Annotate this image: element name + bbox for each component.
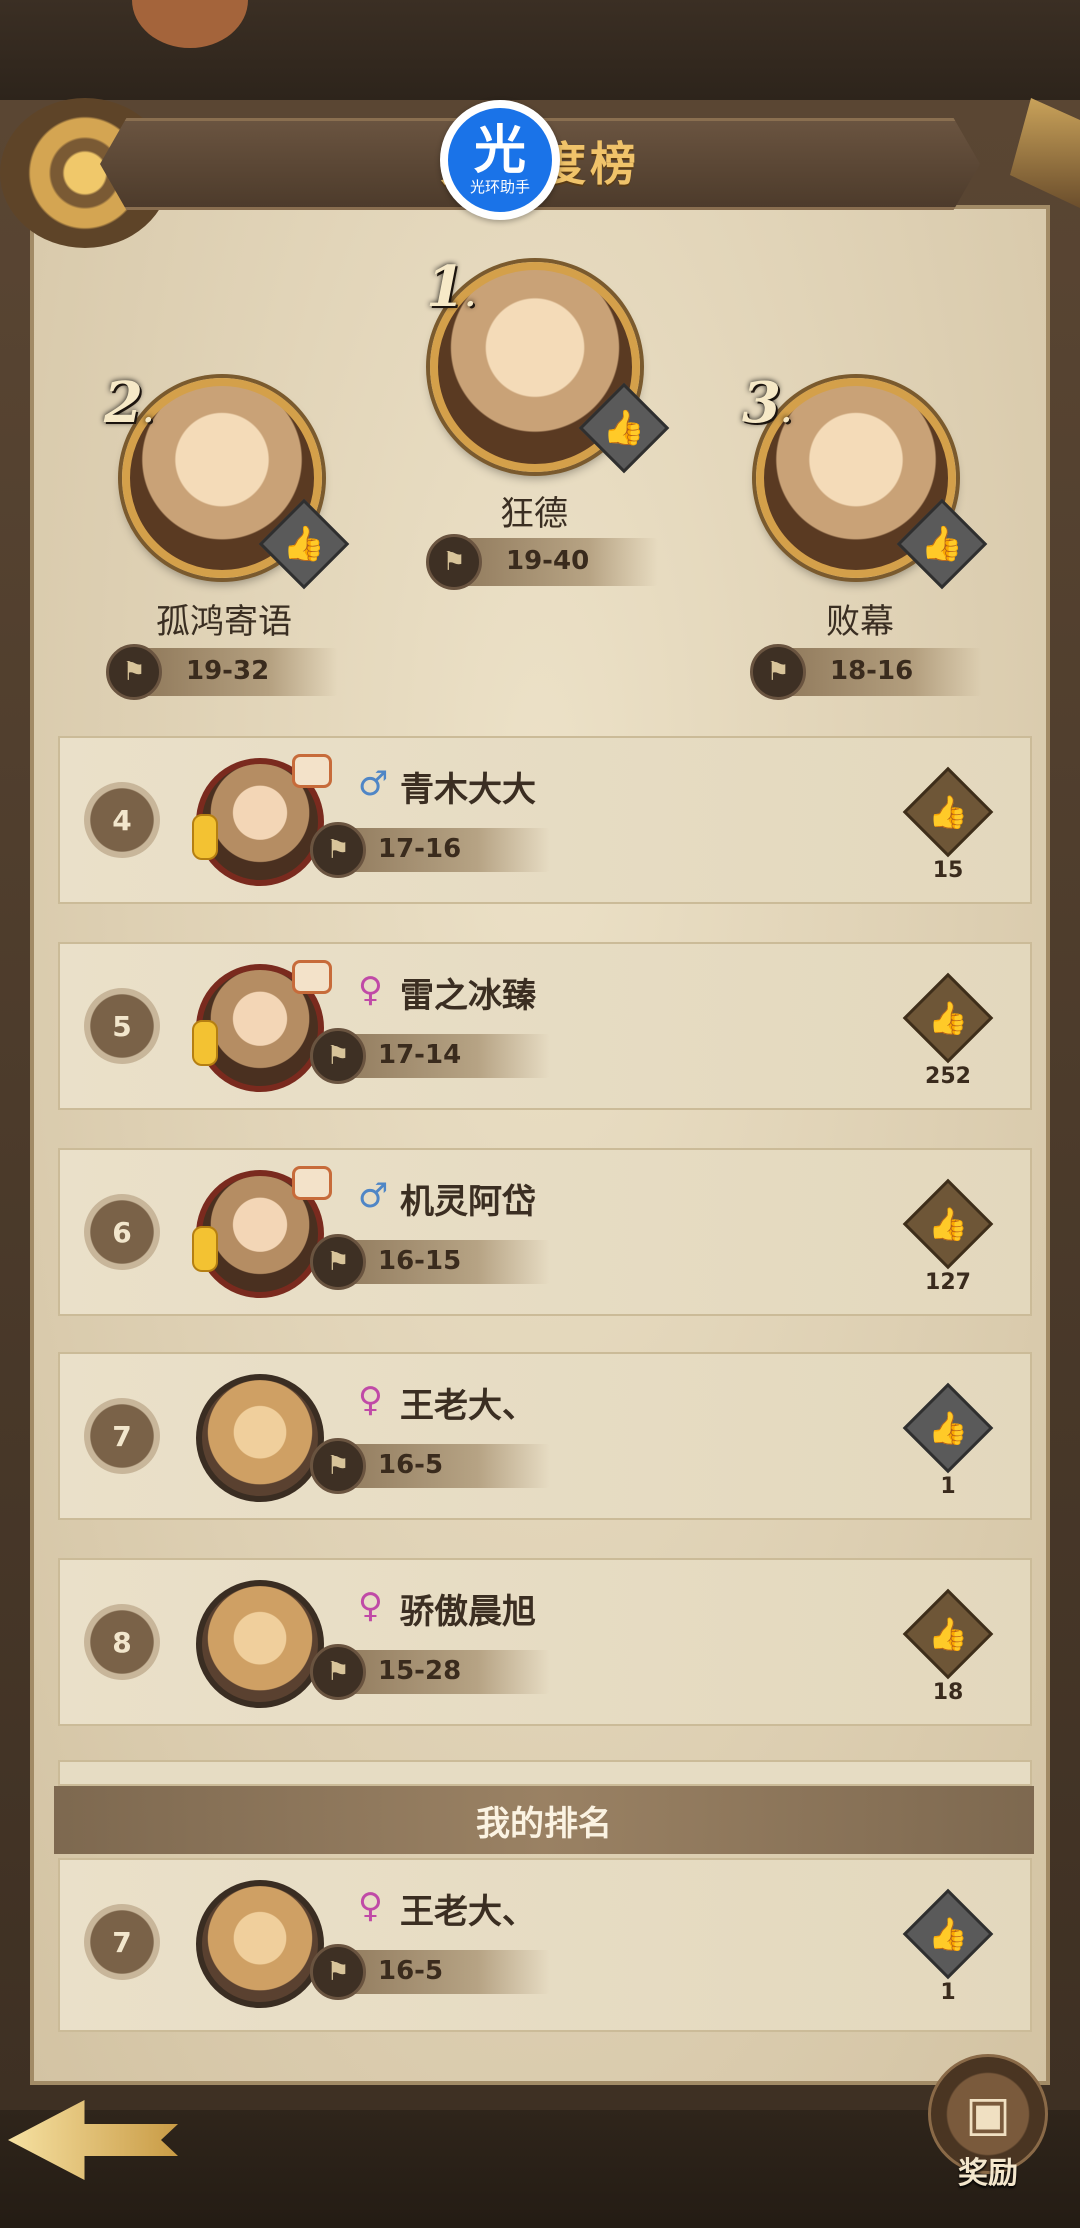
avatar[interactable] (196, 1374, 324, 1502)
flag-icon: ⚑ (310, 1028, 366, 1084)
my-rank-header: 我的排名 (54, 1786, 1034, 1854)
score-value: 19-32 (186, 656, 270, 686)
list-item[interactable]: 5 ♀ 雷之冰臻 ⚑ 17-14 👍 252 (58, 942, 1032, 1110)
score-value: 16-5 (378, 1956, 444, 1986)
flag-icon: ⚑ (310, 1644, 366, 1700)
rank-badge: 7 (84, 1904, 160, 1980)
score-value: 15-28 (378, 1656, 462, 1686)
female-icon: ♀ (358, 970, 383, 1010)
rank-number: 1. (426, 254, 476, 320)
player-name: 骄傲晨旭 (400, 1592, 536, 1632)
thumb-up-icon: 👍 (282, 524, 326, 564)
list-item[interactable]: 7 ♀ 王老大、 ⚑ 16-5 👍 1 (58, 1352, 1032, 1520)
charm-icon (192, 1020, 218, 1066)
list-item[interactable]: 4 ♂ 青木大大 ⚑ 17-16 👍 15 (58, 736, 1032, 904)
rank-badge: 5 (84, 988, 160, 1064)
list-item[interactable]: 6 ♂ 机灵阿岱 ⚑ 16-15 👍 127 (58, 1148, 1032, 1316)
flag-icon: ⚑ (310, 822, 366, 878)
rank-badge: 6 (84, 1194, 160, 1270)
flag-icon: ⚑ (310, 1944, 366, 2000)
watermark-text: 光环助手 (469, 178, 530, 196)
flag-icon: ⚑ (426, 534, 482, 590)
charm-icon (192, 814, 218, 860)
player-name: 王老大、 (400, 1386, 536, 1426)
treasure-chest-icon: ▣ (965, 2086, 1011, 2142)
rank-badge: 8 (84, 1604, 160, 1680)
player-name: 王老大、 (400, 1892, 536, 1932)
score-value: 17-14 (378, 1040, 462, 1070)
thumb-up-icon: 👍 (602, 408, 646, 448)
list-item-partial (58, 1760, 1032, 1786)
score-value: 16-15 (378, 1246, 462, 1276)
like-count: 15 (932, 858, 964, 883)
flag-icon: ⚑ (750, 644, 806, 700)
avatar[interactable] (196, 1580, 324, 1708)
score-value: 18-16 (830, 656, 914, 686)
male-icon: ♂ (358, 1176, 389, 1216)
like-count: 1 (940, 1980, 956, 2005)
like-count: 18 (932, 1680, 964, 1705)
thumb-up-icon: 👍 (928, 1615, 968, 1653)
score-value: 17-16 (378, 834, 462, 864)
thumb-up-icon: 👍 (928, 793, 968, 831)
fox-frame-icon (292, 754, 332, 788)
top-bar (0, 0, 1080, 100)
player-name: 雷之冰臻 (400, 976, 536, 1016)
player-name: 狂德 (500, 494, 568, 534)
list-item[interactable]: 8 ♀ 骄傲晨旭 ⚑ 15-28 👍 18 (58, 1558, 1032, 1726)
flag-icon: ⚑ (310, 1234, 366, 1290)
avatar[interactable] (192, 960, 332, 1092)
thumb-up-icon: 👍 (928, 1409, 968, 1447)
reward-label: 奖励 (958, 2156, 1018, 2191)
charm-icon (192, 1226, 218, 1272)
fox-frame-icon (292, 1166, 332, 1200)
watermark-logo: 光 光环助手 (440, 100, 560, 220)
rank-badge: 7 (84, 1398, 160, 1474)
avatar[interactable] (196, 1880, 324, 2008)
thumb-up-icon: 👍 (920, 524, 964, 564)
player-name: 孤鸿寄语 (156, 602, 292, 642)
female-icon: ♀ (358, 1380, 383, 1420)
rank-badge: 4 (84, 782, 160, 858)
like-count: 127 (925, 1270, 971, 1295)
flag-icon: ⚑ (106, 644, 162, 700)
thumb-up-icon: 👍 (928, 1915, 968, 1953)
thumb-up-icon: 👍 (928, 1205, 968, 1243)
score-value: 16-5 (378, 1450, 444, 1480)
like-count: 252 (925, 1064, 971, 1089)
male-icon: ♂ (358, 764, 389, 804)
fox-frame-icon (292, 960, 332, 994)
avatar[interactable] (192, 754, 332, 886)
score-value: 19-40 (506, 546, 590, 576)
thumb-up-icon: 👍 (928, 999, 968, 1037)
female-icon: ♀ (358, 1586, 383, 1626)
player-name: 败幕 (826, 602, 894, 642)
flag-icon: ⚑ (310, 1438, 366, 1494)
avatar[interactable] (192, 1166, 332, 1298)
rank-number: 2. (104, 370, 154, 436)
player-name: 青木大大 (400, 770, 536, 810)
rank-number: 3. (742, 370, 792, 436)
female-icon: ♀ (358, 1886, 383, 1926)
player-name: 机灵阿岱 (400, 1182, 536, 1222)
like-count: 1 (940, 1474, 956, 1499)
app-logo-icon (132, 0, 248, 48)
watermark-glyph: 光 (473, 121, 526, 181)
my-rank-row[interactable]: 7 ♀ 王老大、 ⚑ 16-5 👍 1 (58, 1858, 1032, 2032)
